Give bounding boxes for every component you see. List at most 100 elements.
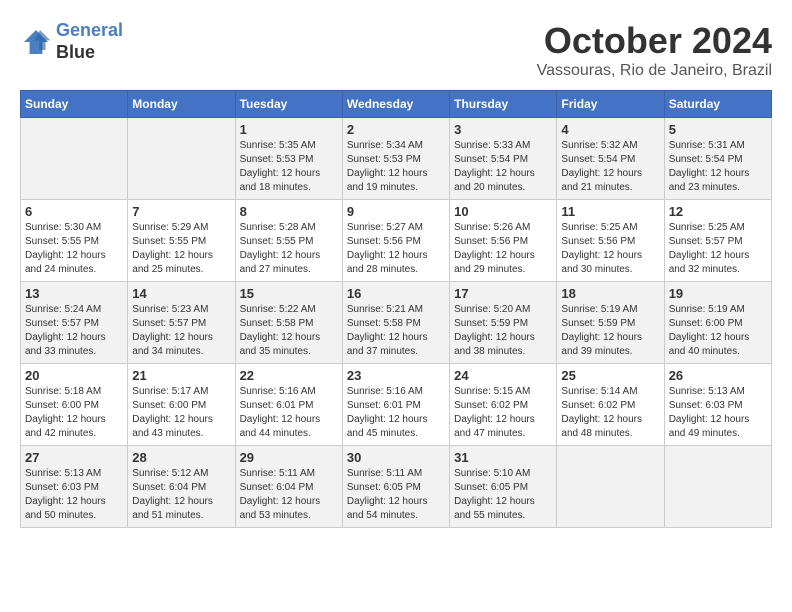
day-cell: 6 Sunrise: 5:30 AMSunset: 5:55 PMDayligh… xyxy=(21,200,128,282)
day-detail: Sunrise: 5:19 AMSunset: 6:00 PMDaylight:… xyxy=(669,303,767,359)
day-number: 19 xyxy=(669,286,767,301)
day-number: 3 xyxy=(454,122,552,137)
day-detail: Sunrise: 5:25 AMSunset: 5:56 PMDaylight:… xyxy=(561,221,659,277)
day-detail: Sunrise: 5:16 AMSunset: 6:01 PMDaylight:… xyxy=(347,385,445,441)
day-cell xyxy=(21,118,128,200)
day-number: 20 xyxy=(25,368,123,383)
day-number: 1 xyxy=(240,122,338,137)
day-detail: Sunrise: 5:25 AMSunset: 5:57 PMDaylight:… xyxy=(669,221,767,277)
day-cell: 28 Sunrise: 5:12 AMSunset: 6:04 PMDaylig… xyxy=(128,446,235,528)
day-detail: Sunrise: 5:30 AMSunset: 5:55 PMDaylight:… xyxy=(25,221,123,277)
day-detail: Sunrise: 5:14 AMSunset: 6:02 PMDaylight:… xyxy=(561,385,659,441)
day-cell xyxy=(557,446,664,528)
day-detail: Sunrise: 5:28 AMSunset: 5:55 PMDaylight:… xyxy=(240,221,338,277)
day-cell: 17 Sunrise: 5:20 AMSunset: 5:59 PMDaylig… xyxy=(450,282,557,364)
day-number: 23 xyxy=(347,368,445,383)
day-detail: Sunrise: 5:26 AMSunset: 5:56 PMDaylight:… xyxy=(454,221,552,277)
day-detail: Sunrise: 5:23 AMSunset: 5:57 PMDaylight:… xyxy=(132,303,230,359)
day-cell: 14 Sunrise: 5:23 AMSunset: 5:57 PMDaylig… xyxy=(128,282,235,364)
day-cell: 30 Sunrise: 5:11 AMSunset: 6:05 PMDaylig… xyxy=(342,446,449,528)
week-row-2: 6 Sunrise: 5:30 AMSunset: 5:55 PMDayligh… xyxy=(21,200,772,282)
day-number: 25 xyxy=(561,368,659,383)
day-detail: Sunrise: 5:17 AMSunset: 6:00 PMDaylight:… xyxy=(132,385,230,441)
day-number: 27 xyxy=(25,450,123,465)
day-detail: Sunrise: 5:10 AMSunset: 6:05 PMDaylight:… xyxy=(454,467,552,523)
day-cell: 18 Sunrise: 5:19 AMSunset: 5:59 PMDaylig… xyxy=(557,282,664,364)
day-detail: Sunrise: 5:22 AMSunset: 5:58 PMDaylight:… xyxy=(240,303,338,359)
day-detail: Sunrise: 5:12 AMSunset: 6:04 PMDaylight:… xyxy=(132,467,230,523)
header-day-sunday: Sunday xyxy=(21,91,128,118)
header-day-monday: Monday xyxy=(128,91,235,118)
day-cell: 23 Sunrise: 5:16 AMSunset: 6:01 PMDaylig… xyxy=(342,364,449,446)
day-detail: Sunrise: 5:33 AMSunset: 5:54 PMDaylight:… xyxy=(454,139,552,195)
day-cell: 12 Sunrise: 5:25 AMSunset: 5:57 PMDaylig… xyxy=(664,200,771,282)
day-detail: Sunrise: 5:21 AMSunset: 5:58 PMDaylight:… xyxy=(347,303,445,359)
day-number: 24 xyxy=(454,368,552,383)
day-number: 26 xyxy=(669,368,767,383)
day-number: 17 xyxy=(454,286,552,301)
day-detail: Sunrise: 5:16 AMSunset: 6:01 PMDaylight:… xyxy=(240,385,338,441)
day-number: 21 xyxy=(132,368,230,383)
day-detail: Sunrise: 5:32 AMSunset: 5:54 PMDaylight:… xyxy=(561,139,659,195)
day-cell: 29 Sunrise: 5:11 AMSunset: 6:04 PMDaylig… xyxy=(235,446,342,528)
header-day-wednesday: Wednesday xyxy=(342,91,449,118)
day-cell: 31 Sunrise: 5:10 AMSunset: 6:05 PMDaylig… xyxy=(450,446,557,528)
day-detail: Sunrise: 5:13 AMSunset: 6:03 PMDaylight:… xyxy=(25,467,123,523)
day-number: 15 xyxy=(240,286,338,301)
day-cell: 22 Sunrise: 5:16 AMSunset: 6:01 PMDaylig… xyxy=(235,364,342,446)
day-cell: 8 Sunrise: 5:28 AMSunset: 5:55 PMDayligh… xyxy=(235,200,342,282)
title-block: October 2024 Vassouras, Rio de Janeiro, … xyxy=(537,20,772,80)
day-cell: 20 Sunrise: 5:18 AMSunset: 6:00 PMDaylig… xyxy=(21,364,128,446)
day-cell: 25 Sunrise: 5:14 AMSunset: 6:02 PMDaylig… xyxy=(557,364,664,446)
week-row-4: 20 Sunrise: 5:18 AMSunset: 6:00 PMDaylig… xyxy=(21,364,772,446)
day-cell: 24 Sunrise: 5:15 AMSunset: 6:02 PMDaylig… xyxy=(450,364,557,446)
week-row-1: 1 Sunrise: 5:35 AMSunset: 5:53 PMDayligh… xyxy=(21,118,772,200)
day-cell: 7 Sunrise: 5:29 AMSunset: 5:55 PMDayligh… xyxy=(128,200,235,282)
day-detail: Sunrise: 5:13 AMSunset: 6:03 PMDaylight:… xyxy=(669,385,767,441)
day-number: 13 xyxy=(25,286,123,301)
day-cell: 3 Sunrise: 5:33 AMSunset: 5:54 PMDayligh… xyxy=(450,118,557,200)
day-cell: 13 Sunrise: 5:24 AMSunset: 5:57 PMDaylig… xyxy=(21,282,128,364)
logo-text: General Blue xyxy=(56,20,123,63)
day-number: 30 xyxy=(347,450,445,465)
day-detail: Sunrise: 5:29 AMSunset: 5:55 PMDaylight:… xyxy=(132,221,230,277)
day-cell: 26 Sunrise: 5:13 AMSunset: 6:03 PMDaylig… xyxy=(664,364,771,446)
header-row: SundayMondayTuesdayWednesdayThursdayFrid… xyxy=(21,91,772,118)
month-title: October 2024 xyxy=(537,20,772,62)
header-day-saturday: Saturday xyxy=(664,91,771,118)
day-number: 7 xyxy=(132,204,230,219)
day-cell: 4 Sunrise: 5:32 AMSunset: 5:54 PMDayligh… xyxy=(557,118,664,200)
header-day-thursday: Thursday xyxy=(450,91,557,118)
day-detail: Sunrise: 5:20 AMSunset: 5:59 PMDaylight:… xyxy=(454,303,552,359)
day-cell: 10 Sunrise: 5:26 AMSunset: 5:56 PMDaylig… xyxy=(450,200,557,282)
day-cell xyxy=(128,118,235,200)
week-row-5: 27 Sunrise: 5:13 AMSunset: 6:03 PMDaylig… xyxy=(21,446,772,528)
logo-icon xyxy=(20,26,52,58)
day-number: 16 xyxy=(347,286,445,301)
day-detail: Sunrise: 5:19 AMSunset: 5:59 PMDaylight:… xyxy=(561,303,659,359)
day-number: 9 xyxy=(347,204,445,219)
header-day-tuesday: Tuesday xyxy=(235,91,342,118)
day-number: 29 xyxy=(240,450,338,465)
logo-line1: General xyxy=(56,20,123,40)
day-number: 4 xyxy=(561,122,659,137)
day-detail: Sunrise: 5:11 AMSunset: 6:05 PMDaylight:… xyxy=(347,467,445,523)
header-day-friday: Friday xyxy=(557,91,664,118)
day-cell: 1 Sunrise: 5:35 AMSunset: 5:53 PMDayligh… xyxy=(235,118,342,200)
day-cell: 27 Sunrise: 5:13 AMSunset: 6:03 PMDaylig… xyxy=(21,446,128,528)
logo-line2: Blue xyxy=(56,42,123,64)
day-detail: Sunrise: 5:11 AMSunset: 6:04 PMDaylight:… xyxy=(240,467,338,523)
day-number: 18 xyxy=(561,286,659,301)
day-number: 14 xyxy=(132,286,230,301)
day-cell: 9 Sunrise: 5:27 AMSunset: 5:56 PMDayligh… xyxy=(342,200,449,282)
day-number: 6 xyxy=(25,204,123,219)
day-cell: 11 Sunrise: 5:25 AMSunset: 5:56 PMDaylig… xyxy=(557,200,664,282)
day-number: 5 xyxy=(669,122,767,137)
day-detail: Sunrise: 5:31 AMSunset: 5:54 PMDaylight:… xyxy=(669,139,767,195)
day-detail: Sunrise: 5:15 AMSunset: 6:02 PMDaylight:… xyxy=(454,385,552,441)
day-number: 22 xyxy=(240,368,338,383)
day-cell: 21 Sunrise: 5:17 AMSunset: 6:00 PMDaylig… xyxy=(128,364,235,446)
day-cell: 19 Sunrise: 5:19 AMSunset: 6:00 PMDaylig… xyxy=(664,282,771,364)
calendar-table: SundayMondayTuesdayWednesdayThursdayFrid… xyxy=(20,90,772,528)
day-number: 12 xyxy=(669,204,767,219)
